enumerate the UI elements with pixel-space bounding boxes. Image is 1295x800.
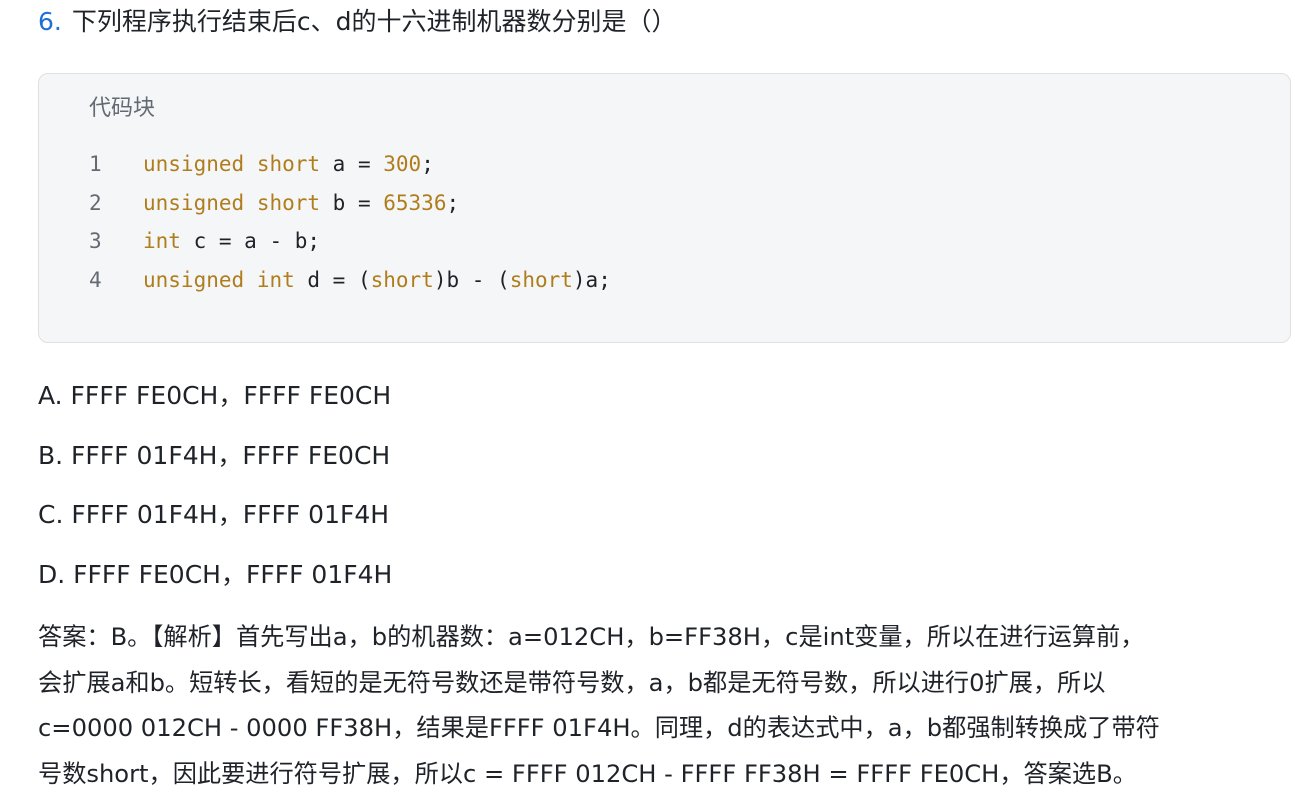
line-code: unsigned short b = 65336; [143,187,459,226]
option-c[interactable]: C. FFFF 01F4H，FFFF 01F4H [38,498,389,532]
code-keyword: unsigned [143,190,245,215]
option-b[interactable]: B. FFFF 01F4H，FFFF FE0CH [38,439,390,473]
code-line: 1 unsigned short a = 300; [89,148,611,187]
code-keyword: unsigned [143,267,245,292]
code-keyword: unsigned [143,152,245,176]
code-text: d = ( [294,267,371,292]
answer-line: 号数short，因此要进行符号扩展，所以c = FFFF 012CH - FFF… [38,759,1137,788]
line-code: unsigned int d = (short)b - (short)a; [143,264,611,303]
code-text: c = a - b; [180,229,321,253]
code-keyword: short [370,267,434,292]
code-line: 4 unsigned int d = (short)b - (short)a; [89,264,611,303]
answer-explanation: 答案：B。【解析】首先写出a，b的机器数：a=012CH，b=FF38H，c是i… [38,615,1288,797]
code-keyword: short [256,152,321,176]
code-number: 65336 [383,190,447,215]
line-number: 4 [89,267,102,292]
code-text: a = [320,152,384,176]
code-number: 300 [383,152,422,176]
code-keyword: short [509,267,573,292]
line-code: int c = a - b; [143,225,320,264]
line-number: 2 [89,190,102,215]
code-keyword: int [143,229,181,253]
code-keyword: int [256,267,295,292]
code-text: ; [446,190,460,215]
line-number: 3 [89,229,102,253]
question-text: 下列程序执行结束后c、d的十六进制机器数分别是（） [71,7,677,36]
code-text: )a; [572,267,611,292]
code-block: 代码块 1 unsigned short a = 300; 2 unsigned sh… [38,73,1291,343]
code-keyword: short [256,190,321,215]
line-code: unsigned short a = 300; [143,148,434,187]
line-number: 1 [89,152,102,176]
code-lines: 1 unsigned short a = 300; 2 unsigned short … [89,148,611,302]
question-heading: 6. 下列程序执行结束后c、d的十六进制机器数分别是（） [38,4,676,40]
answer-line: 会扩展a和b。短转长，看短的是无符号数还是带符号数，a，b都是无符号数，所以进行… [38,668,1106,697]
option-a[interactable]: A. FFFF FE0CH，FFFF FE0CH [38,379,391,413]
code-text: ; [421,152,434,176]
code-text: b = [320,190,384,215]
option-d[interactable]: D. FFFF FE0CH，FFFF 01F4H [38,558,392,592]
question-number: 6. [38,7,62,36]
answer-line: 答案：B。【解析】首先写出a，b的机器数：a=012CH，b=FF38H，c是i… [38,623,1145,651]
code-line: 2 unsigned short b = 65336; [89,187,611,226]
code-line: 3 int c = a - b; [89,225,611,264]
code-text: )b - ( [433,267,510,292]
code-block-title: 代码块 [89,96,156,121]
answer-line: c=0000 012CH - 0000 FF38H，结果是FFFF 01F4H。… [38,714,1160,742]
